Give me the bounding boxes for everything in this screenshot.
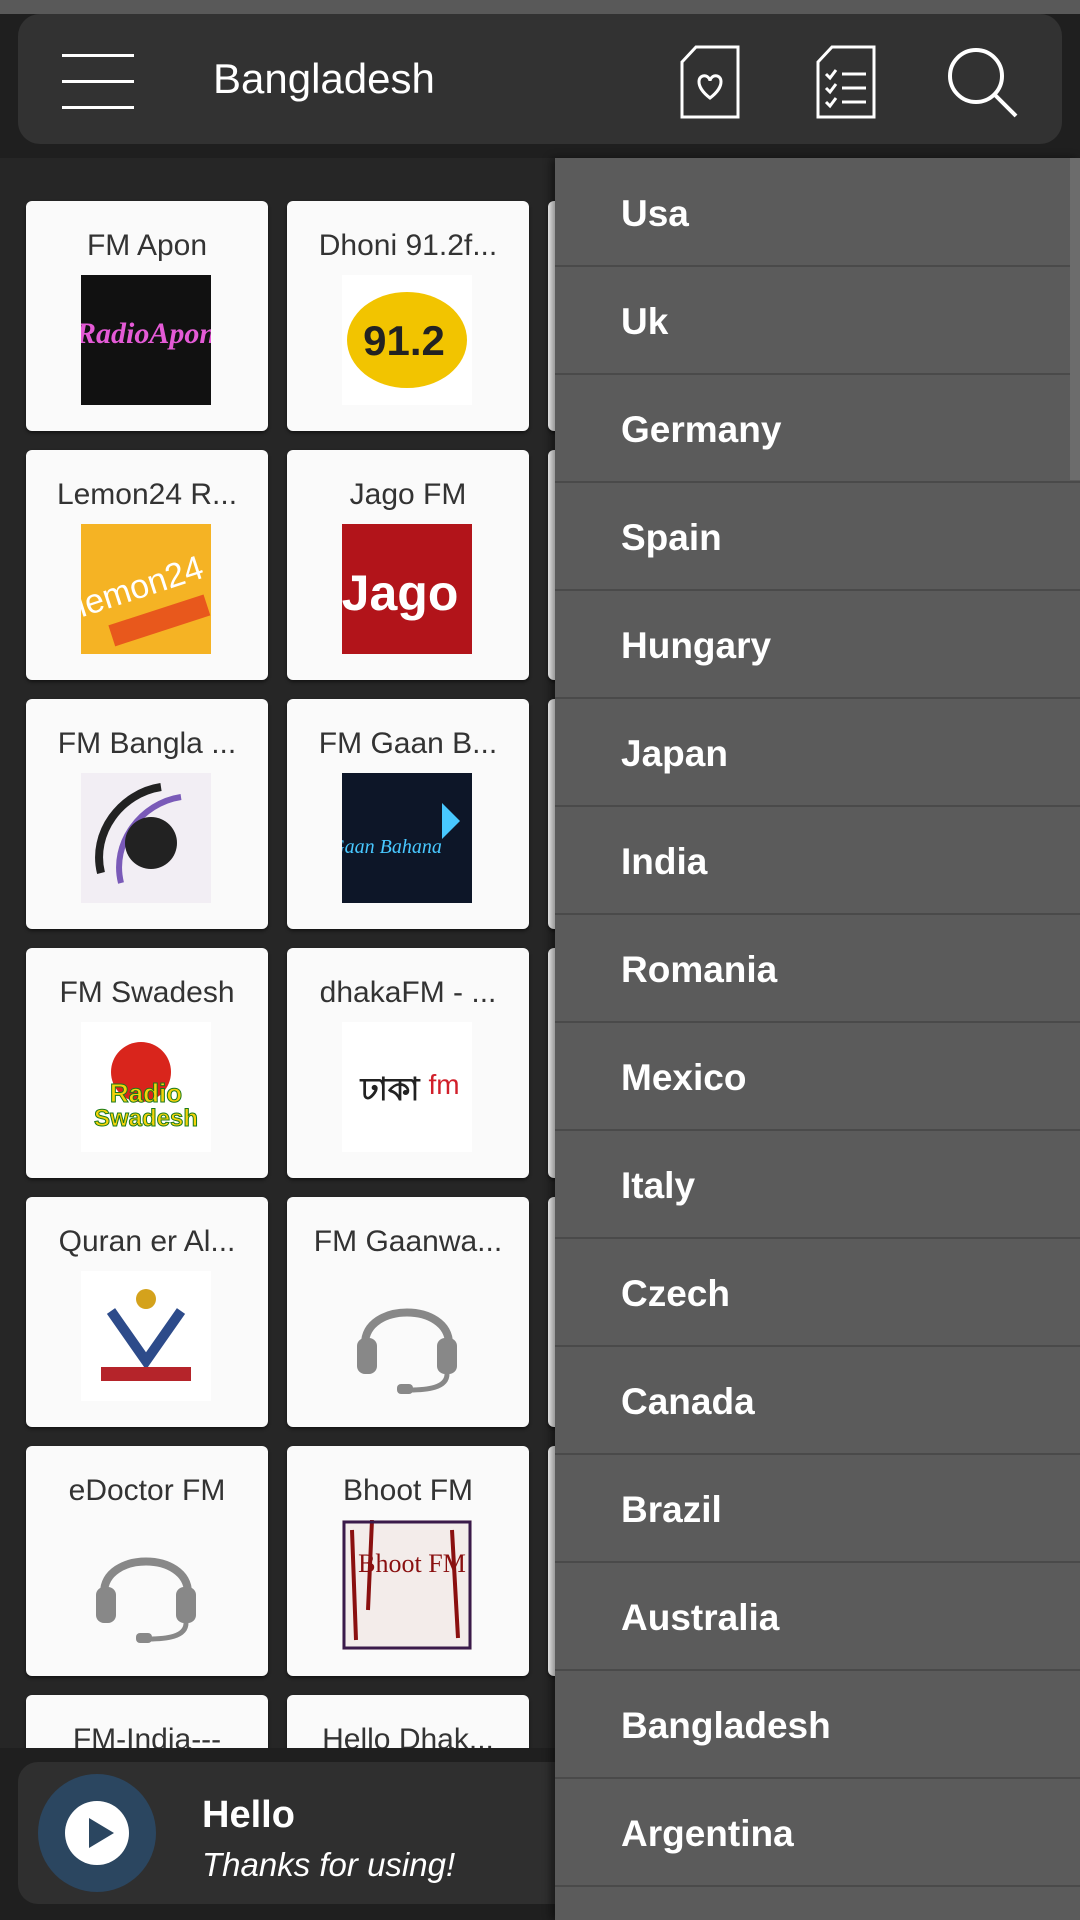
search-icon[interactable] bbox=[944, 44, 1020, 120]
headset-icon bbox=[342, 1271, 472, 1401]
favorites-icon[interactable] bbox=[672, 44, 748, 120]
svg-text:Bhoot FM: Bhoot FM bbox=[358, 1549, 466, 1578]
station-card[interactable]: Dhoni 91.2f... 91.2 bbox=[287, 201, 529, 431]
station-logo: Bhoot FM bbox=[342, 1520, 472, 1650]
svg-text:91.2: 91.2 bbox=[363, 317, 445, 364]
country-item[interactable]: Argentina bbox=[555, 1780, 1080, 1887]
station-card[interactable]: Lemon24 R... lemon24 bbox=[26, 450, 268, 680]
station-card[interactable]: Bhoot FM Bhoot FM bbox=[287, 1446, 529, 1676]
page-title: Bangladesh bbox=[213, 55, 435, 102]
country-drawer: Usa Uk Germany Spain Hungary Japan India… bbox=[555, 158, 1080, 1920]
station-logo: ঢাকা fm bbox=[342, 1022, 472, 1152]
station-card[interactable]: eDoctor FM bbox=[26, 1446, 268, 1676]
country-item[interactable]: Germany bbox=[555, 376, 1080, 483]
country-label: Germany bbox=[621, 409, 782, 450]
country-label: Romania bbox=[621, 949, 778, 990]
country-label: Hungary bbox=[621, 625, 772, 666]
country-label: Usa bbox=[621, 193, 689, 234]
country-label: Uk bbox=[621, 301, 669, 342]
top-toolbar: Bangladesh bbox=[18, 14, 1062, 144]
country-item[interactable]: Uk bbox=[555, 268, 1080, 375]
station-logo: lemon24 bbox=[81, 524, 211, 654]
status-bar bbox=[0, 0, 1080, 14]
country-label: Spain bbox=[621, 517, 722, 558]
svg-text:RadioApon: RadioApon bbox=[81, 317, 211, 350]
station-name: FM-India--- bbox=[72, 1723, 222, 1748]
station-name: FM Swadesh bbox=[59, 976, 235, 1009]
country-item[interactable]: Hungary bbox=[555, 592, 1080, 699]
country-item[interactable]: Bangladesh bbox=[555, 1672, 1080, 1779]
play-button[interactable] bbox=[38, 1774, 156, 1892]
svg-text:Swadesh: Swadesh bbox=[94, 1105, 198, 1132]
svg-text:fm: fm bbox=[428, 1069, 459, 1100]
station-card[interactable]: FM Swadesh Radio Swadesh bbox=[26, 948, 268, 1178]
country-item[interactable]: Mexico bbox=[555, 1024, 1080, 1131]
station-card[interactable]: Hello Dhak... bbox=[287, 1695, 529, 1748]
drawer-scrollbar[interactable] bbox=[1070, 158, 1080, 480]
station-name: Quran er Al... bbox=[58, 1225, 236, 1258]
country-item[interactable]: Spain bbox=[555, 484, 1080, 591]
country-item[interactable]: Romania bbox=[555, 916, 1080, 1023]
station-name: FM Apon bbox=[86, 229, 208, 262]
country-item[interactable]: Italy bbox=[555, 1132, 1080, 1239]
station-name: Lemon24 R... bbox=[56, 478, 238, 511]
station-card[interactable]: Quran er Al... bbox=[26, 1197, 268, 1427]
station-name: Bhoot FM bbox=[342, 1474, 474, 1507]
station-card[interactable]: FM Apon RadioApon bbox=[26, 201, 268, 431]
country-item[interactable]: Brazil bbox=[555, 1456, 1080, 1563]
station-logo: RadioApon bbox=[81, 275, 211, 405]
country-label: Brazil bbox=[621, 1489, 722, 1530]
player-title: Hello bbox=[202, 1794, 295, 1836]
svg-text:Jago: Jago bbox=[342, 565, 458, 621]
station-card[interactable]: FM Bangla ... bbox=[26, 699, 268, 929]
station-logo: Jago bbox=[342, 524, 472, 654]
station-logo: Radio Swadesh bbox=[81, 1022, 211, 1152]
country-label: Bangladesh bbox=[621, 1705, 831, 1746]
station-card[interactable]: FM-India--- bbox=[26, 1695, 268, 1748]
station-name: FM Bangla ... bbox=[57, 727, 237, 760]
station-grid: FM Apon RadioApon Dhoni 91.2f... 91.2 Le… bbox=[0, 158, 560, 1748]
station-logo bbox=[81, 773, 211, 903]
svg-text:Gaan Bahana: Gaan Bahana bbox=[342, 836, 442, 858]
station-card[interactable]: FM Gaan B... Gaan Bahana bbox=[287, 699, 529, 929]
station-logo bbox=[81, 1271, 211, 1401]
svg-text:Radio: Radio bbox=[110, 1078, 182, 1108]
country-label: Argentina bbox=[621, 1813, 794, 1854]
country-label: Japan bbox=[621, 733, 728, 774]
headset-icon bbox=[81, 1520, 211, 1650]
play-icon bbox=[65, 1801, 129, 1865]
station-name: eDoctor FM bbox=[68, 1474, 226, 1507]
svg-text:ঢাকা: ঢাকা bbox=[359, 1070, 421, 1108]
country-item[interactable]: Usa bbox=[555, 160, 1080, 267]
country-item[interactable]: India bbox=[555, 808, 1080, 915]
country-item[interactable]: Canada bbox=[555, 1348, 1080, 1455]
country-item[interactable]: Japan bbox=[555, 700, 1080, 807]
country-label: Italy bbox=[621, 1165, 696, 1206]
list-icon[interactable] bbox=[808, 44, 884, 120]
station-name: Dhoni 91.2f... bbox=[318, 229, 498, 262]
station-logo: 91.2 bbox=[342, 275, 472, 405]
country-label: India bbox=[621, 841, 708, 882]
station-logo: Gaan Bahana bbox=[342, 773, 472, 903]
country-label: Canada bbox=[621, 1381, 755, 1422]
country-label: Mexico bbox=[621, 1057, 747, 1098]
menu-icon[interactable] bbox=[60, 44, 136, 120]
country-label: Czech bbox=[621, 1273, 730, 1314]
country-label: Australia bbox=[621, 1597, 780, 1638]
mini-player[interactable]: Hello Thanks for using! bbox=[18, 1762, 618, 1904]
station-card[interactable]: FM Gaanwa... bbox=[287, 1197, 529, 1427]
station-name: FM Gaanwa... bbox=[313, 1225, 503, 1258]
station-card[interactable]: dhakaFM - ... ঢাকা fm bbox=[287, 948, 529, 1178]
country-item[interactable]: Czech bbox=[555, 1240, 1080, 1347]
station-card[interactable]: Jago FM Jago bbox=[287, 450, 529, 680]
station-name: FM Gaan B... bbox=[318, 727, 498, 760]
station-name: dhakaFM - ... bbox=[319, 976, 497, 1009]
player-subtitle: Thanks for using! bbox=[202, 1846, 456, 1883]
station-name: Jago FM bbox=[349, 478, 467, 511]
station-name: Hello Dhak... bbox=[322, 1723, 494, 1748]
country-item[interactable]: Australia bbox=[555, 1564, 1080, 1671]
